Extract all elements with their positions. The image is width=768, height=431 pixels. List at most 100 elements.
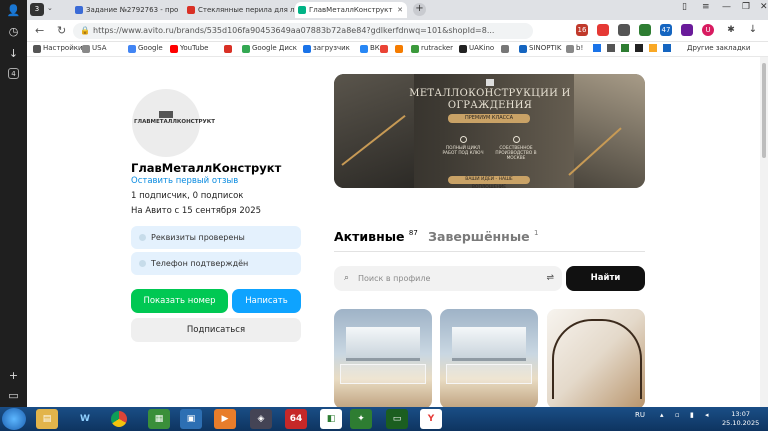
page-scrollbar[interactable] [760, 57, 768, 407]
history-icon[interactable]: ◷ [6, 24, 21, 39]
bookmark-icon [566, 45, 574, 53]
bookmark-item[interactable]: SINOPTIK [519, 44, 561, 53]
app-icon[interactable]: ◧ [320, 409, 342, 429]
bookmark-icons-group[interactable] [593, 44, 671, 54]
show-phone-button[interactable]: Показать номер [131, 289, 228, 313]
app-icon[interactable]: ▣ [180, 409, 202, 429]
completed-count: 1 [533, 229, 539, 237]
bookmark-item[interactable]: USA [82, 44, 107, 53]
bookmark-icon[interactable]: ▯ [682, 2, 687, 12]
extension-icon[interactable] [597, 24, 609, 36]
banner-footer: ВАШИ ИДЕИ - НАШЕ ВОПЛОЩЕНИЕ [448, 176, 530, 188]
explorer-icon[interactable]: ▤ [36, 409, 58, 429]
tab-glavmetall[interactable]: ГлавМеталлКонструкт ✕ [295, 2, 407, 18]
app-icon[interactable]: ◈ [250, 409, 272, 429]
app-icon[interactable]: W [74, 409, 96, 429]
tab-completed[interactable]: Завершённые 1 [428, 229, 538, 244]
start-button[interactable] [2, 408, 26, 430]
extension-icon[interactable] [618, 24, 630, 36]
app-icon[interactable]: ▦ [148, 409, 170, 429]
address-bar[interactable]: 🔒 https://www.avito.ru/brands/535d106fa9… [73, 23, 533, 39]
extension-icon[interactable]: 47 [660, 24, 672, 36]
tab-favicon-icon [187, 6, 195, 14]
app-64-icon[interactable]: 64 [285, 409, 307, 429]
search-icon: ⌕ [344, 273, 350, 283]
bookmarks-bar: Настройки USA Google YouTube Google Диск… [27, 42, 768, 57]
subscribe-button[interactable]: Подписаться [131, 318, 301, 342]
bookmark-item[interactable]: Google [128, 44, 163, 53]
bookmark-icon [621, 44, 629, 52]
sidebar-toggle-icon[interactable]: ▭ [6, 388, 21, 403]
app-icon[interactable]: ▭ [386, 409, 408, 429]
lock-icon: 🔒 [80, 26, 90, 35]
bookmark-item[interactable]: UAKino [459, 44, 494, 53]
tab-list-chevron-icon[interactable]: ⌄ [47, 4, 53, 12]
minimize-icon[interactable]: — [722, 2, 731, 12]
reload-icon[interactable]: ↻ [57, 24, 66, 37]
download-icon[interactable]: ↓ [6, 46, 21, 61]
write-button[interactable]: Написать [232, 289, 301, 313]
google-icon [128, 45, 136, 53]
bookmark-item[interactable]: Настройки [33, 44, 83, 53]
bookmark-icon [501, 45, 509, 53]
bookmark-icon [607, 44, 615, 52]
bookmark-item[interactable]: Google Диск [242, 44, 297, 53]
other-bookmarks[interactable]: Другие закладки [687, 44, 750, 52]
review-link[interactable]: Оставить первый отзыв [131, 176, 238, 186]
extension-icon[interactable]: U [702, 24, 714, 36]
volume-icon[interactable]: ◂ [705, 411, 709, 419]
clock-time: 13:07 [731, 410, 750, 418]
tab-glass-railings[interactable]: Стеклянные перила для л [184, 2, 294, 18]
find-button[interactable]: Найти [566, 266, 645, 291]
extensions-puzzle-icon[interactable]: ✱ [725, 24, 737, 36]
language-indicator[interactable]: RU [635, 411, 645, 419]
bookmark-item[interactable]: YouTube [170, 44, 208, 53]
listing-card[interactable] [547, 309, 645, 407]
bookmark-item[interactable]: b! [566, 44, 583, 53]
banner-feature: СОБСТВЕННОЕ ПРОИЗВОДСТВО В МОСКВЕ [491, 136, 541, 161]
subscriptions-info[interactable]: 1 подписчик, 0 подписок [131, 191, 243, 201]
chrome-icon[interactable] [108, 409, 130, 429]
tab-active[interactable]: Активные 87 [334, 229, 418, 244]
yandex-browser-icon[interactable]: Y [420, 409, 442, 429]
url-text: https://www.avito.ru/brands/535d106fa904… [93, 26, 495, 35]
tab-task[interactable]: Задание №2792763 - про [72, 2, 182, 18]
extension-icon[interactable] [639, 24, 651, 36]
extension-icon[interactable] [681, 24, 693, 36]
profile-search-input[interactable]: ⌕ Поиск в профиле ⇌ [334, 266, 562, 291]
requisites-verified-badge: Реквизиты проверены [131, 226, 301, 249]
listing-card[interactable] [440, 309, 538, 407]
clock[interactable]: 13:07 25.10.2025 [722, 410, 759, 428]
listing-card[interactable] [334, 309, 432, 407]
menu-icon[interactable]: ≡ [702, 2, 710, 12]
scrollbar-thumb[interactable] [762, 63, 766, 158]
profile-icon[interactable]: 👤 [6, 3, 21, 18]
listings-tabs: Активные 87 Завершённые 1 [334, 229, 538, 244]
filter-icon[interactable]: ⇌ [546, 266, 554, 291]
download-icon[interactable]: ↓ [747, 24, 759, 36]
maximize-icon[interactable]: ❐ [742, 2, 750, 12]
close-tab-icon[interactable]: ✕ [397, 2, 403, 18]
extension-icon[interactable]: 16 [576, 24, 588, 36]
bookmark-icon [635, 44, 643, 52]
bookmark-item[interactable]: загрузчик [303, 44, 350, 53]
back-icon[interactable]: ← [35, 24, 44, 37]
downloader-icon [303, 45, 311, 53]
folder-icon [82, 45, 90, 53]
tabs-divider [334, 251, 645, 252]
network-icon[interactable]: ▮ [690, 411, 694, 419]
banner-logo-icon [486, 79, 494, 86]
tab-count-badge[interactable]: 3 [30, 3, 44, 16]
bookmark-item[interactable]: ВК [360, 44, 380, 53]
tab-favicon-icon [298, 6, 306, 14]
bookmark-icon [663, 44, 671, 52]
workspaces-icon[interactable]: 4 [8, 68, 19, 79]
new-tab-button[interactable]: + [413, 3, 426, 16]
close-window-icon[interactable]: ✕ [760, 2, 768, 12]
tray-app-icon[interactable]: ▫ [675, 411, 680, 419]
bookmark-item[interactable]: rutracker [411, 44, 453, 53]
tray-arrow-icon[interactable]: ▴ [660, 411, 664, 419]
add-icon[interactable]: + [6, 368, 21, 383]
media-player-icon[interactable]: ▶ [214, 409, 236, 429]
app-icon[interactable]: ✦ [350, 409, 372, 429]
